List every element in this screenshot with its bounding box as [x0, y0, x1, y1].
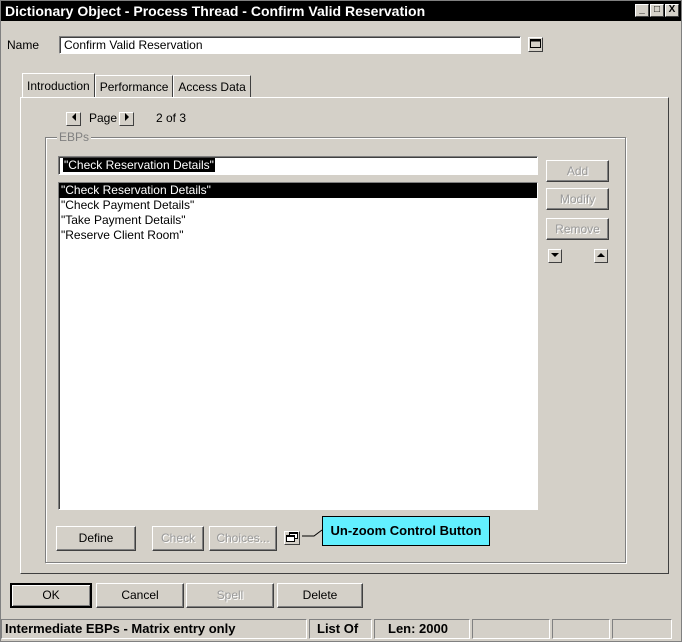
- list-item[interactable]: "Check Reservation Details": [59, 183, 537, 198]
- unzoom-control-button[interactable]: [284, 531, 300, 545]
- page-position: 2 of 3: [156, 111, 187, 125]
- arrow-left-icon: [71, 113, 76, 121]
- spell-button[interactable]: Spell: [186, 583, 274, 608]
- move-up-button[interactable]: [594, 249, 608, 263]
- title-bar: Dictionary Object - Process Thread - Con…: [1, 1, 681, 21]
- status-message: Intermediate EBPs - Matrix entry only: [1, 619, 307, 639]
- arrow-right-icon: [124, 113, 129, 121]
- define-button[interactable]: Define: [56, 526, 136, 551]
- choices-button[interactable]: Choices...: [209, 526, 277, 551]
- list-item[interactable]: "Check Payment Details": [59, 198, 537, 213]
- tab-performance[interactable]: Performance: [94, 75, 174, 97]
- ok-button[interactable]: OK: [10, 583, 92, 608]
- status-length: Len: 2000: [374, 619, 470, 639]
- arrow-up-icon: [597, 253, 605, 257]
- check-button[interactable]: Check: [152, 526, 204, 551]
- page-label: Page: [89, 111, 118, 125]
- window-title: Dictionary Object - Process Thread - Con…: [5, 3, 426, 19]
- minimize-icon[interactable]: _: [635, 4, 649, 17]
- maximize-icon[interactable]: □: [650, 4, 664, 17]
- close-icon[interactable]: X: [665, 4, 679, 17]
- zoom-icon: [530, 39, 541, 48]
- callout-pointer: [302, 529, 323, 537]
- unzoom-callout: Un-zoom Control Button: [322, 516, 490, 546]
- status-cell-empty: [472, 619, 550, 639]
- ebp-entry-input[interactable]: "Check Reservation Details": [58, 156, 538, 175]
- unzoom-icon: [286, 532, 298, 542]
- status-cell-empty: [552, 619, 610, 639]
- dictionary-window: Dictionary Object - Process Thread - Con…: [0, 0, 682, 642]
- ebp-entry-value: "Check Reservation Details": [63, 158, 215, 172]
- arrow-down-icon: [551, 253, 559, 257]
- status-cell-empty: [612, 619, 672, 639]
- tab-introduction[interactable]: Introduction: [22, 73, 95, 97]
- status-bar: Intermediate EBPs - Matrix entry only Li…: [1, 619, 681, 641]
- status-type: List Of: [309, 619, 372, 639]
- move-down-button[interactable]: [548, 249, 562, 263]
- tab-access-data[interactable]: Access Data: [173, 75, 251, 97]
- tab-strip: Introduction Performance Access Data: [22, 73, 251, 97]
- add-button[interactable]: Add: [546, 160, 609, 182]
- zoom-name-button[interactable]: [528, 37, 543, 52]
- window-controls: _ □ X: [635, 4, 679, 17]
- delete-button[interactable]: Delete: [277, 583, 363, 608]
- name-input[interactable]: Confirm Valid Reservation: [59, 36, 521, 54]
- ebps-group-label: EBPs: [57, 130, 92, 144]
- list-item[interactable]: "Reserve Client Room": [59, 228, 537, 243]
- cancel-button[interactable]: Cancel: [96, 583, 184, 608]
- page-next-button[interactable]: [119, 112, 134, 126]
- modify-button[interactable]: Modify: [546, 188, 609, 210]
- name-label: Name: [7, 38, 40, 52]
- ebps-list[interactable]: "Check Reservation Details" "Check Payme…: [58, 182, 538, 510]
- remove-button[interactable]: Remove: [546, 218, 609, 240]
- page-previous-button[interactable]: [66, 112, 81, 126]
- list-item[interactable]: "Take Payment Details": [59, 213, 537, 228]
